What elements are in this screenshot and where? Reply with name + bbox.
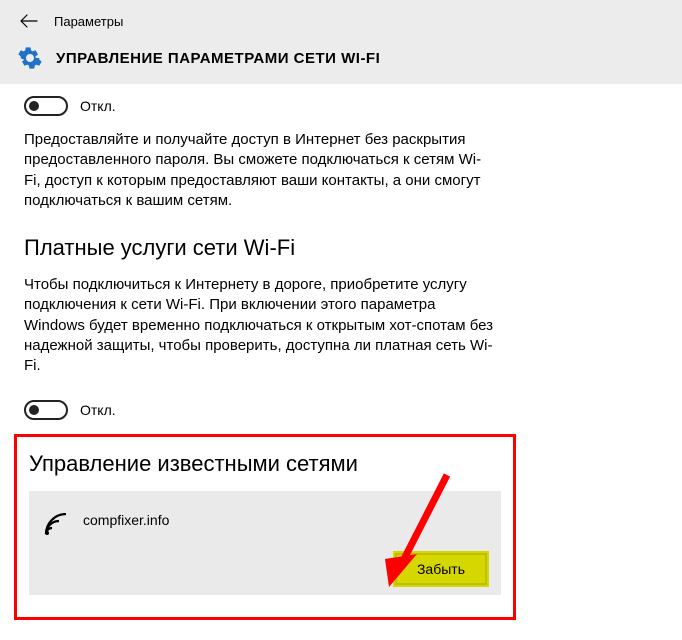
- settings-header: Параметры УПРАВЛЕНИЕ ПАРАМЕТРАМИ СЕТИ WI…: [0, 0, 682, 84]
- known-heading: Управление известными сетями: [29, 451, 501, 477]
- paid-heading: Платные услуги сети Wi-Fi: [24, 235, 496, 261]
- page-title: УПРАВЛЕНИЕ ПАРАМЕТРАМИ СЕТИ WI-FI: [56, 50, 380, 67]
- paid-toggle[interactable]: [24, 400, 68, 420]
- share-description: Предоставляйте и получайте доступ в Инте…: [24, 130, 496, 211]
- network-name: compfixer.info: [83, 512, 169, 528]
- gear-icon: [18, 46, 42, 70]
- forget-button[interactable]: Забыть: [395, 553, 487, 585]
- wifi-icon: [43, 509, 69, 535]
- known-networks-highlight: Управление известными сетями compfixer.i…: [14, 434, 516, 620]
- paid-toggle-label: Откл.: [80, 402, 116, 418]
- paid-description: Чтобы подключиться к Интернету в дороге,…: [24, 275, 496, 376]
- network-card[interactable]: compfixer.info Забыть: [29, 491, 501, 595]
- share-toggle[interactable]: [24, 96, 68, 116]
- back-button[interactable]: [18, 10, 40, 32]
- share-toggle-label: Откл.: [80, 98, 116, 114]
- app-title: Параметры: [54, 14, 123, 29]
